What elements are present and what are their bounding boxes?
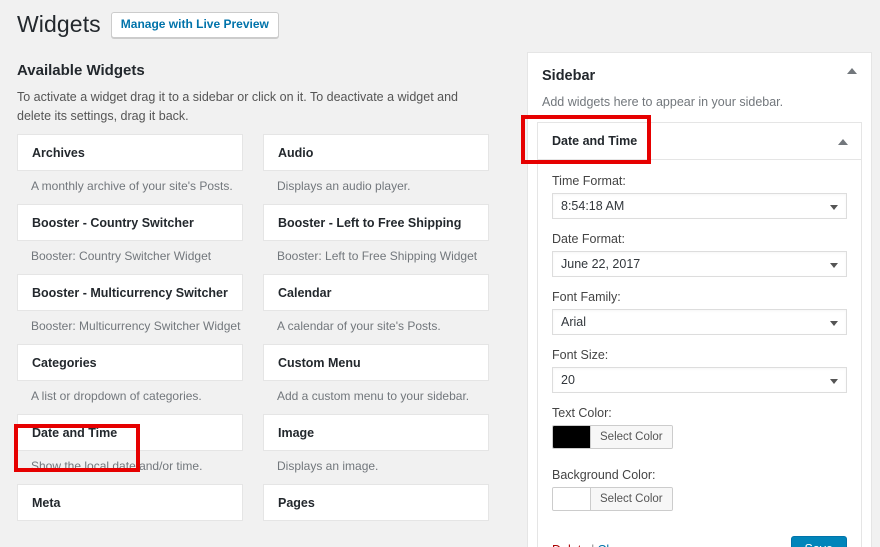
widget-card-description: A calendar of your site's Posts. [263, 318, 489, 344]
available-widget-meta: Meta [17, 484, 243, 530]
widget-card[interactable]: Image [263, 414, 489, 451]
widget-card-description: Booster: Multicurrency Switcher Widget [17, 318, 243, 344]
widget-card-description: A monthly archive of your site's Posts. [17, 178, 243, 204]
widget-card-label: Booster - Left to Free Shipping [278, 215, 461, 231]
field-label: Font Family: [552, 288, 847, 306]
widget-card-label: Image [278, 425, 314, 441]
widget-card-label: Custom Menu [278, 355, 361, 371]
select-color-button[interactable]: Select Color [591, 426, 672, 448]
chevron-down-icon[interactable] [830, 205, 838, 210]
action-separator: | [588, 543, 597, 547]
widget-card-description: Displays an image. [263, 458, 489, 484]
sidebar-widget-title: Date and Time [552, 134, 637, 148]
widget-card-description: Show the local date and/or time. [17, 458, 243, 484]
color-field-label: Text Color: [552, 404, 847, 422]
widget-card[interactable]: Booster - Multicurrency Switcher [17, 274, 243, 311]
widget-card[interactable]: Date and Time [17, 414, 243, 451]
select-dropdown[interactable]: 8:54:18 AM [552, 193, 847, 219]
select-dropdown[interactable]: June 22, 2017 [552, 251, 847, 277]
chevron-down-icon[interactable] [830, 263, 838, 268]
widget-card-label: Categories [32, 355, 97, 371]
widget-actions-row: Delete|Close Save [552, 528, 847, 547]
sidebar-panel-description: Add widgets here to appear in your sideb… [542, 93, 857, 111]
widget-card-label: Calendar [278, 285, 332, 301]
widget-card-label: Pages [278, 495, 315, 511]
widgets-admin-page: Widgets Manage with Live Preview Availab… [0, 0, 880, 547]
available-widget-calendar: Calendar A calendar of your site's Posts. [263, 274, 489, 344]
widget-action-links: Delete|Close [552, 543, 629, 547]
color-picker-field: Background Color: Select Color [552, 466, 847, 515]
widget-card-label: Date and Time [32, 425, 117, 441]
chevron-up-icon[interactable] [838, 139, 848, 145]
color-picker-control[interactable]: Select Color [552, 425, 673, 449]
field-label: Date Format: [552, 230, 847, 248]
sidebar-panel-title: Sidebar [542, 67, 857, 86]
select-value: 20 [561, 373, 575, 387]
widget-card[interactable]: Archives [17, 134, 243, 171]
widget-card-label: Booster - Multicurrency Switcher [32, 285, 228, 301]
sidebar-widget-header[interactable]: Date and Time [538, 123, 861, 160]
page-title: Widgets [17, 10, 101, 39]
widget-card-description: A list or dropdown of categories. [17, 388, 243, 414]
widget-card[interactable]: Categories [17, 344, 243, 381]
available-widget-booster-multicurrency-switcher: Booster - Multicurrency Switcher Booster:… [17, 274, 243, 344]
widget-card-description: Displays an audio player. [263, 178, 489, 204]
manage-with-live-preview-button[interactable]: Manage with Live Preview [111, 12, 279, 38]
widget-card-label: Archives [32, 145, 85, 161]
available-widget-categories: Categories A list or dropdown of categori… [17, 344, 243, 414]
available-widget-pages: Pages [263, 484, 489, 530]
widget-card[interactable]: Booster - Left to Free Shipping [263, 204, 489, 241]
form-field: Time Format: 8:54:18 AM [552, 172, 847, 219]
chevron-down-icon[interactable] [830, 321, 838, 326]
close-link[interactable]: Close [597, 543, 629, 547]
select-value: 8:54:18 AM [561, 199, 624, 213]
available-widget-audio: Audio Displays an audio player. [263, 134, 489, 204]
available-widgets-grid: Archives A monthly archive of your site's… [17, 134, 489, 530]
widget-card[interactable]: Pages [263, 484, 489, 521]
available-widgets-heading: Available Widgets [17, 61, 145, 81]
color-field-label: Background Color: [552, 466, 847, 484]
chevron-down-icon[interactable] [830, 379, 838, 384]
widget-card-description: Add a custom menu to your sidebar. [263, 388, 489, 414]
widget-card[interactable]: Audio [263, 134, 489, 171]
select-dropdown[interactable]: Arial [552, 309, 847, 335]
field-label: Time Format: [552, 172, 847, 190]
sidebar-panel: Sidebar Add widgets here to appear in yo… [527, 52, 872, 547]
available-widget-custom-menu: Custom Menu Add a custom menu to your sid… [263, 344, 489, 414]
form-field: Font Size: 20 [552, 346, 847, 393]
widget-card[interactable]: Booster - Country Switcher [17, 204, 243, 241]
available-widget-date-and-time: Date and Time Show the local date and/or … [17, 414, 243, 484]
widget-card-label: Booster - Country Switcher [32, 215, 194, 231]
color-swatch[interactable] [553, 426, 591, 448]
available-widget-archives: Archives A monthly archive of your site's… [17, 134, 243, 204]
save-button[interactable]: Save [791, 536, 848, 547]
delete-link[interactable]: Delete [552, 543, 588, 547]
widget-card-label: Audio [278, 145, 313, 161]
chevron-up-icon[interactable] [847, 68, 857, 74]
form-field: Date Format: June 22, 2017 [552, 230, 847, 277]
widget-card-description: Booster: Country Switcher Widget [17, 248, 243, 274]
select-value: Arial [561, 315, 586, 329]
available-widget-image: Image Displays an image. [263, 414, 489, 484]
color-picker-control[interactable]: Select Color [552, 487, 673, 511]
widget-card[interactable]: Meta [17, 484, 243, 521]
available-widgets-description: To activate a widget drag it to a sideba… [17, 88, 487, 126]
sidebar-panel-header[interactable]: Sidebar Add widgets here to appear in yo… [528, 53, 871, 111]
sidebar-widget-form: Time Format: 8:54:18 AM Date Format: June 2… [538, 160, 861, 547]
field-label: Font Size: [552, 346, 847, 364]
color-swatch[interactable] [553, 488, 591, 510]
widget-card-label: Meta [32, 495, 60, 511]
select-color-button[interactable]: Select Color [591, 488, 672, 510]
sidebar-widget-date-and-time: Date and Time Time Format: 8:54:18 AM Date… [537, 122, 862, 547]
widget-card[interactable]: Custom Menu [263, 344, 489, 381]
page-header: Widgets Manage with Live Preview [17, 10, 279, 39]
available-widget-booster-country-switcher: Booster - Country Switcher Booster: Count… [17, 204, 243, 274]
form-field: Font Family: Arial [552, 288, 847, 335]
select-value: June 22, 2017 [561, 257, 640, 271]
color-picker-field: Text Color: Select Color [552, 404, 847, 453]
select-dropdown[interactable]: 20 [552, 367, 847, 393]
widget-card[interactable]: Calendar [263, 274, 489, 311]
available-widget-booster-left-to-free-shipping: Booster - Left to Free Shipping Booster: … [263, 204, 489, 274]
widget-card-description: Booster: Left to Free Shipping Widget [263, 248, 489, 274]
